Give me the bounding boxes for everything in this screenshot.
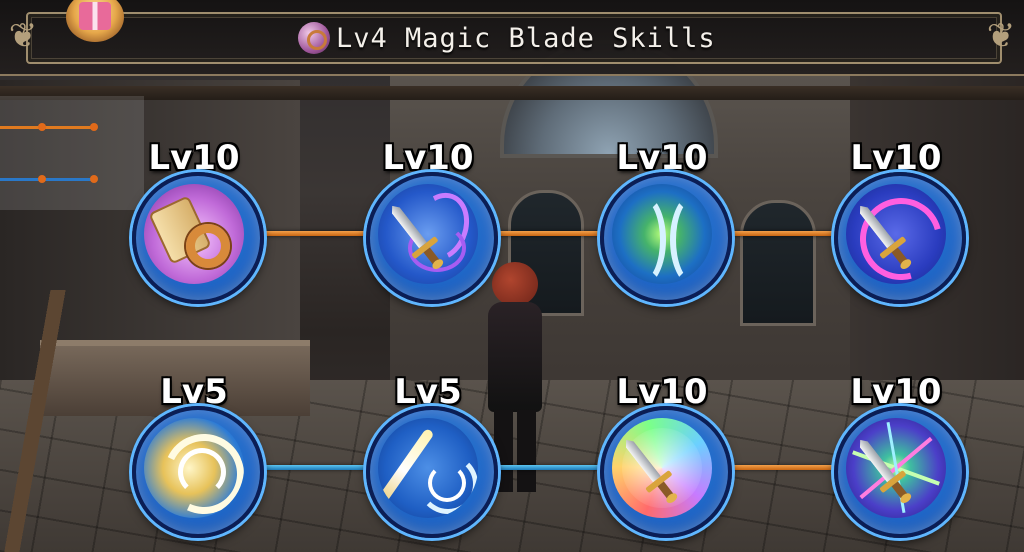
skill-link-r2-2-3 [490, 465, 602, 470]
scroll-ring-icon [144, 184, 244, 284]
skill-link-r2-3-4 [724, 465, 836, 470]
character-legs [494, 410, 536, 492]
skill-node-slash-arcs[interactable] [366, 406, 498, 538]
minimap-node [90, 175, 98, 183]
minimap-node [90, 123, 98, 131]
sword-pink-aura-icon [846, 184, 946, 284]
window-arch [740, 200, 816, 326]
skill-link-r2-1-2 [256, 465, 368, 470]
skill-node-sword-purple[interactable] [366, 172, 498, 304]
skill-node-sword-starburst[interactable] [834, 406, 966, 538]
ornament-corner-icon: ❦ [8, 16, 38, 56]
minimap-node [38, 123, 46, 131]
magic-blade-class-icon [298, 22, 330, 54]
skill-node-sword-pink[interactable] [834, 172, 966, 304]
wooden-easel [0, 290, 80, 552]
skill-tree-header: ❦ ❦ Lv4 Magic Blade Skills [0, 0, 1024, 76]
skill-link-r1-3-4 [724, 231, 836, 236]
minimap-node [38, 175, 46, 183]
title-group: Lv4 Magic Blade Skills [298, 18, 716, 58]
green-barrier-icon [612, 184, 712, 284]
ceiling-beam [0, 86, 1024, 100]
sword-rainbow-icon [612, 418, 712, 518]
skill-link-r1-1-2 [256, 231, 368, 236]
skill-node-scroll-ring[interactable] [132, 172, 264, 304]
skill-node-sword-rainbow[interactable] [600, 406, 732, 538]
wind-swirl-icon [144, 418, 244, 518]
page-title: Lv4 Magic Blade Skills [336, 22, 716, 54]
ornament-corner-icon: ❦ [986, 16, 1016, 56]
minimap-link [0, 126, 96, 129]
minimap-panel [0, 96, 144, 210]
minimap-link [0, 178, 96, 181]
sword-starburst-icon [846, 418, 946, 518]
skill-link-r1-2-3 [490, 231, 602, 236]
character-hair [492, 262, 538, 306]
skill-node-green-barrier[interactable] [600, 172, 732, 304]
sword-purple-magic-icon [378, 184, 478, 284]
gift-box-icon [79, 2, 111, 30]
skill-node-wind-swirl[interactable] [132, 406, 264, 538]
slash-arcs-icon [378, 418, 478, 518]
